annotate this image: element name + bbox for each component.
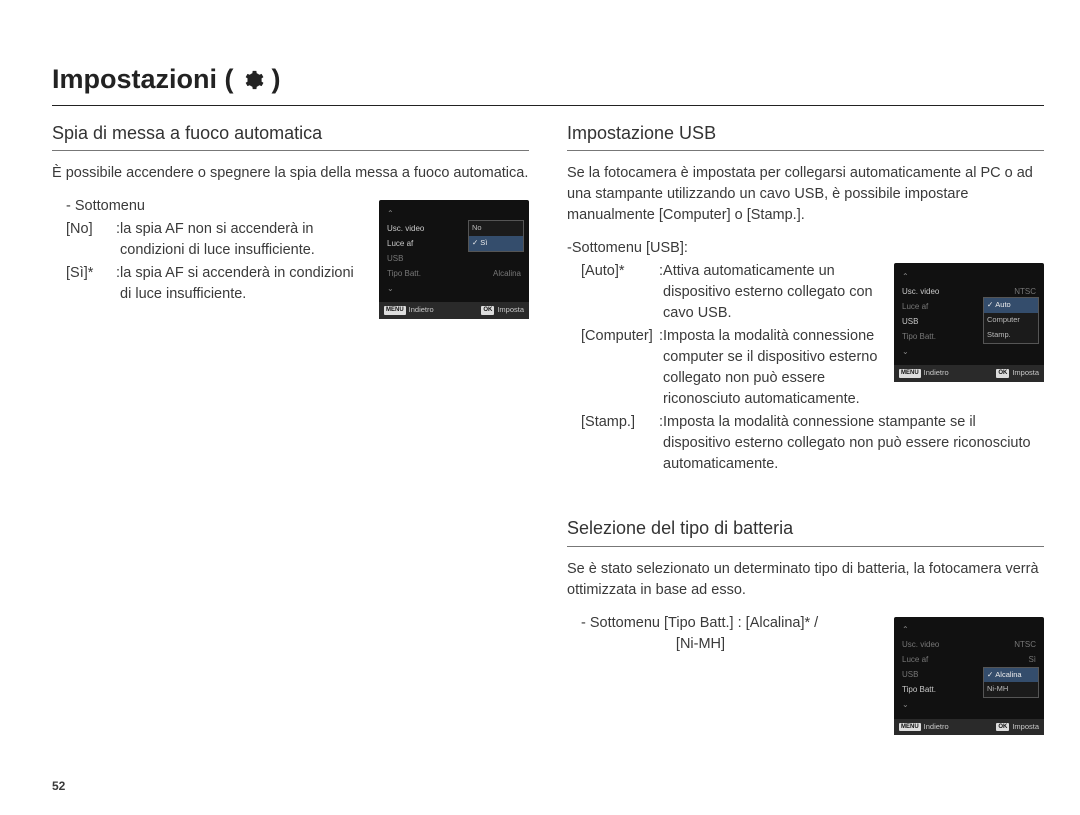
af-option-si-val: la spia AF si accenderà in condizioni di… <box>120 263 365 305</box>
popup-option-selected: ✓Alcalina <box>984 668 1038 683</box>
af-option-no-val: la spia AF non si accenderà in condizion… <box>120 219 365 261</box>
page-number: 52 <box>52 778 65 795</box>
chevron-up-icon: ⌃ <box>902 624 909 636</box>
battery-submenu-line1: - Sottomenu [Tipo Batt.] : [Alcalina]* / <box>581 613 880 634</box>
left-column: Spia di messa a fuoco automatica È possi… <box>52 120 529 359</box>
battery-options: - Sottomenu [Tipo Batt.] : [Alcalina]* /… <box>581 613 880 655</box>
af-option-si: [Sì]* : la spia AF si accenderà in condi… <box>66 263 365 305</box>
ok-button-label: OKImposta <box>481 305 524 316</box>
right-column: Impostazione USB Se la fotocamera è impo… <box>567 120 1044 775</box>
usb-option-auto: [Auto]* : Attiva automaticamente un disp… <box>581 261 880 324</box>
chevron-down-icon: ⌄ <box>902 699 909 711</box>
chevron-up-icon: ⌃ <box>902 271 909 283</box>
check-icon: ✓ <box>987 670 993 681</box>
section-af-intro: È possibile accendere o spegnere la spia… <box>52 163 529 184</box>
page-title-close: ) <box>272 60 281 99</box>
gear-icon <box>242 69 264 91</box>
popup-option: Stamp. <box>984 328 1038 343</box>
usb-submenu-label: -Sottomenu [USB]: <box>567 238 1044 259</box>
chevron-up-icon: ⌃ <box>387 208 394 220</box>
af-option-no-key: [No] <box>66 219 116 240</box>
af-option-si-key: [Sì]* <box>66 263 116 284</box>
page-title: Impostazioni ( ) <box>52 60 1044 106</box>
chevron-down-icon: ⌄ <box>902 346 909 358</box>
ok-button-label: OKImposta <box>996 368 1039 379</box>
page-title-text: Impostazioni ( <box>52 60 234 99</box>
usb-option-computer: [Computer] : Imposta la modalità conness… <box>581 326 880 410</box>
section-af-lamp: Spia di messa a fuoco automatica È possi… <box>52 120 529 319</box>
usb-options: [Auto]* : Attiva automaticamente un disp… <box>581 259 880 410</box>
section-battery-intro: Se è stato selezionato un determinato ti… <box>567 559 1044 601</box>
usb-screenshot: ⌃ Usc. videoNTSC Luce afSì USB Tipo Batt… <box>894 263 1044 382</box>
chevron-down-icon: ⌄ <box>387 283 394 295</box>
ok-button-label: OKImposta <box>996 722 1039 733</box>
popup-option-selected: ✓Auto <box>984 298 1038 313</box>
af-submenu-label: - Sottomenu <box>66 196 365 217</box>
back-button-label: MENUIndietro <box>899 722 949 733</box>
section-battery: Selezione del tipo di batteria Se è stat… <box>567 515 1044 735</box>
battery-submenu-line2: [Ni-MH] <box>581 634 880 655</box>
back-button-label: MENUIndietro <box>899 368 949 379</box>
usb-option-stamp: [Stamp.] : Imposta la modalità connessio… <box>581 412 1044 475</box>
section-af-heading: Spia di messa a fuoco automatica <box>52 120 529 151</box>
popup-option: Computer <box>984 313 1038 328</box>
popup-option: No <box>469 221 523 236</box>
battery-screenshot: ⌃ Usc. videoNTSC Luce afSì USBAuto Tipo … <box>894 617 1044 736</box>
content-columns: Spia di messa a fuoco automatica È possi… <box>52 120 1044 775</box>
section-battery-heading: Selezione del tipo di batteria <box>567 515 1044 546</box>
section-usb-heading: Impostazione USB <box>567 120 1044 151</box>
popup-option: Ni-MH <box>984 682 1038 697</box>
check-icon: ✓ <box>987 300 993 311</box>
section-usb-intro: Se la fotocamera è impostata per collega… <box>567 163 1044 226</box>
af-screenshot: ⌃ Usc. videoNTSC Luce afNo USB Tipo Batt… <box>379 200 529 319</box>
af-options: - Sottomenu [No] : la spia AF non si acc… <box>52 196 365 305</box>
af-option-no: [No] : la spia AF non si accenderà in co… <box>66 219 365 261</box>
section-usb: Impostazione USB Se la fotocamera è impo… <box>567 120 1044 475</box>
check-icon: ✓ <box>472 238 478 249</box>
back-button-label: MENUIndietro <box>384 305 434 316</box>
popup-option-selected: ✓Sì <box>469 236 523 251</box>
